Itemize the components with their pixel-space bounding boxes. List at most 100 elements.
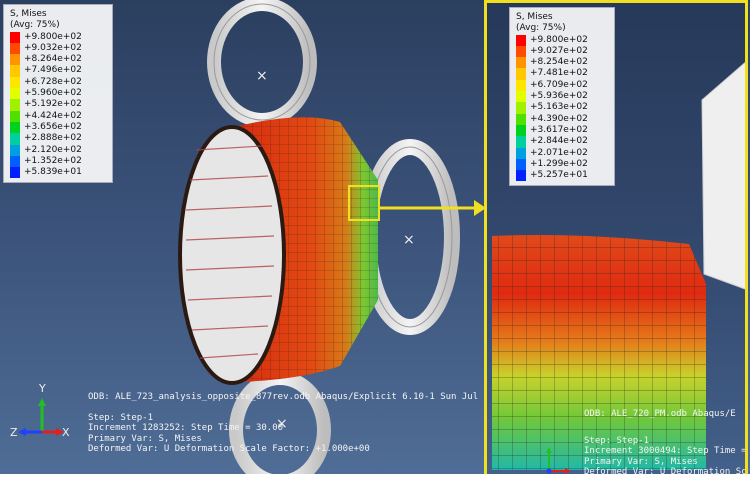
legend-row: +9.800e+02 (516, 34, 608, 46)
legend-swatch (516, 45, 526, 58)
legend-swatch (10, 144, 20, 156)
legend-title: S, Mises (516, 12, 553, 22)
legend-zoom: S, Mises (Avg: 75%) +9.800e+02 +9.027e+02… (509, 7, 615, 187)
legend-value: +9.027e+02 (530, 45, 588, 56)
legend-row: +2.888e+02 (10, 133, 106, 145)
legend-row: +5.936e+02 (516, 91, 608, 103)
info-zoom: ODB: ALE_720_PM.odb Abaqus/E Step: Step-… (584, 409, 745, 478)
legend-swatch (10, 31, 20, 43)
legend-value: +2.844e+02 (530, 136, 588, 147)
legend-swatch (516, 34, 526, 46)
legend-swatch (10, 133, 20, 145)
legend-value: +3.617e+02 (530, 124, 588, 135)
legend-value: +9.800e+02 (24, 31, 82, 42)
legend-value: +5.936e+02 (530, 91, 588, 102)
top-roller-ring: × (207, 0, 317, 127)
legend-value: +5.192e+02 (24, 99, 82, 110)
legend-row: +6.728e+02 (10, 76, 106, 89)
axis-x-label: X (62, 426, 70, 439)
legend-row: +3.656e+02 (10, 121, 106, 134)
legend-value: +5.257e+01 (530, 170, 588, 181)
legend-row: +4.390e+02 (516, 113, 608, 125)
legend-swatch (10, 54, 20, 66)
legend-row: +2.071e+02 (516, 147, 608, 159)
legend-row: +1.352e+02 (10, 155, 106, 168)
legend-swatch (10, 88, 20, 100)
legend-swatch (516, 124, 526, 137)
legend-value: +2.120e+02 (24, 144, 82, 155)
legend-swatch (10, 167, 20, 179)
legend-value: +5.839e+01 (24, 167, 82, 178)
odb-line: ODB: ALE_720_PM.odb Abaqus/E (584, 409, 736, 419)
legend-value: +7.481e+02 (530, 68, 588, 79)
legend-value: +4.390e+02 (530, 113, 588, 124)
right-roller-ring: × (360, 139, 460, 335)
legend-swatch (10, 155, 20, 168)
legend-swatch (516, 57, 526, 69)
legend-swatch (516, 113, 526, 125)
legend-row: +7.481e+02 (516, 68, 608, 80)
legend-swatch (516, 68, 526, 80)
legend-row: +5.163e+02 (516, 102, 608, 114)
legend-value: +2.888e+02 (24, 133, 82, 144)
legend-value: +8.254e+02 (530, 57, 588, 68)
legend-row: +8.264e+02 (10, 54, 106, 66)
legend-value: +8.264e+02 (24, 54, 82, 65)
step-line: Step: Step-1 (584, 435, 650, 446)
legend-row: +5.192e+02 (10, 99, 106, 111)
legend-swatch (516, 170, 526, 182)
legend-swatch (516, 102, 526, 114)
legend-row: +8.254e+02 (516, 57, 608, 69)
legend-row: +7.496e+02 (10, 65, 106, 77)
legend-row: +2.844e+02 (516, 136, 608, 148)
step-line: Step: Step-1 (88, 412, 154, 423)
legend-rows: +9.800e+02 +9.032e+02 +8.264e+02 +7.496e+02… (10, 31, 106, 179)
legend-value: +9.800e+02 (530, 34, 588, 45)
abaqus-viewer: × × × S, Mises (Avg: 75%) +9.800e+02 +9.… (0, 0, 750, 500)
legend-value: +1.299e+02 (530, 158, 588, 169)
legend-swatch (516, 136, 526, 148)
legend-swatch (10, 99, 20, 111)
legend-row: +3.617e+02 (516, 124, 608, 137)
legend-swatch (10, 65, 20, 77)
axis-y-label: Y (39, 382, 46, 395)
info-main: ODB: ALE_723_analysis_opposite_877rev.od… (88, 392, 521, 455)
bottom-margin (0, 474, 750, 500)
legend-title: S, Mises (10, 9, 47, 19)
primary-var-line: Primary Var: S, Mises (584, 456, 698, 467)
axis-z-label: Z (10, 426, 18, 439)
legend-swatch (516, 91, 526, 103)
legend-row: +2.120e+02 (10, 144, 106, 156)
zoom-panel[interactable]: S, Mises (Avg: 75%) +9.800e+02 +9.027e+02… (484, 0, 748, 490)
legend-swatch (516, 79, 526, 92)
legend-row: +4.424e+02 (10, 110, 106, 122)
legend-row: +5.960e+02 (10, 88, 106, 100)
legend-swatch (10, 42, 20, 55)
legend-value: +9.032e+02 (24, 42, 82, 53)
legend-rows: +9.800e+02 +9.027e+02 +8.254e+02 +7.481e+02… (516, 34, 608, 182)
legend-swatch (516, 147, 526, 159)
legend-swatch (516, 158, 526, 171)
legend-swatch (10, 110, 20, 122)
svg-text:×: × (256, 68, 268, 84)
legend-value: +6.709e+02 (530, 79, 588, 90)
odb-line: ODB: ALE_723_analysis_opposite_877rev.od… (88, 392, 522, 402)
legend-row: +1.299e+02 (516, 158, 608, 171)
legend-value: +5.163e+02 (530, 102, 588, 113)
legend-value: +3.656e+02 (24, 121, 82, 132)
legend-value: +4.424e+02 (24, 110, 82, 121)
legend-row: +5.839e+01 (10, 167, 106, 179)
workpiece-ring (178, 117, 378, 385)
legend-value: +5.960e+02 (24, 88, 82, 99)
increment-line: Increment 1283252: Step Time = 30.00 (88, 423, 284, 433)
legend-row: +9.027e+02 (516, 45, 608, 58)
zoom-selection-box (348, 185, 380, 221)
legend-subtitle: (Avg: 75%) (10, 20, 60, 31)
legend-value: +2.071e+02 (530, 147, 588, 158)
legend-row: +5.257e+01 (516, 170, 608, 182)
legend-row: +6.709e+02 (516, 79, 608, 92)
legend-value: +6.728e+02 (24, 76, 82, 87)
deformed-var-line: Deformed Var: U Deformation Scale Factor… (88, 444, 370, 454)
legend-row: +9.800e+02 (10, 31, 106, 43)
svg-text:×: × (403, 232, 415, 248)
